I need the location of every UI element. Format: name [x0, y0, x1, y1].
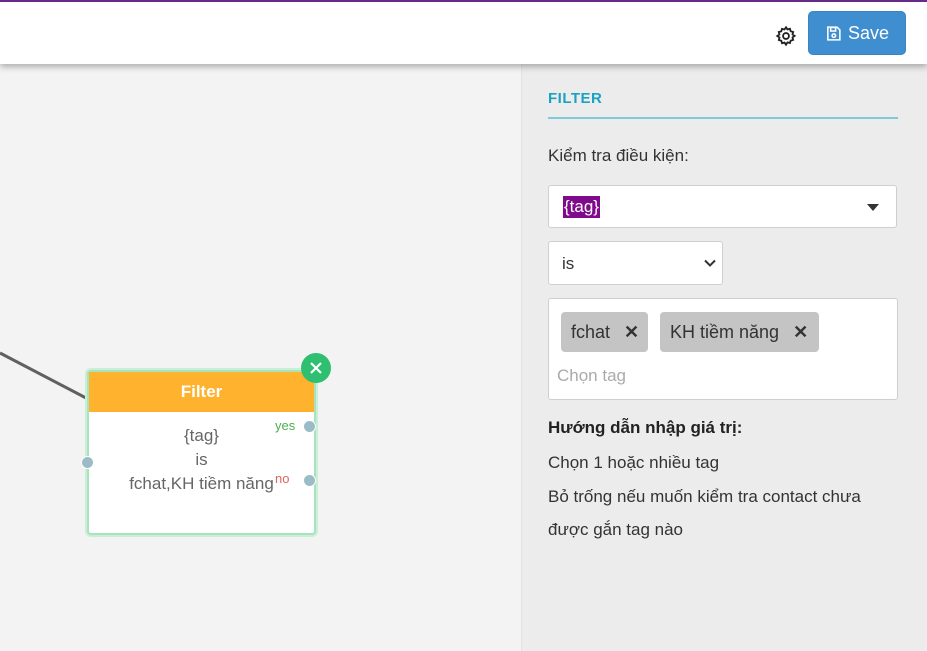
guide-text: Chọn 1 hoặc nhiều tag [548, 453, 720, 472]
save-icon [827, 25, 841, 41]
close-icon[interactable] [301, 353, 331, 383]
operator-select-value: is [562, 254, 575, 273]
field-select-value: {tag} [563, 196, 600, 218]
guide-text: được gắn tag nào [548, 520, 684, 539]
save-button[interactable]: Save [808, 11, 906, 55]
filter-node-title: Filter [89, 372, 314, 412]
guide-title: Hướng dẫn nhập giá trị: [548, 418, 743, 437]
no-output-port[interactable] [303, 474, 316, 487]
tag-search-input[interactable] [555, 365, 859, 387]
gear-icon[interactable] [775, 25, 797, 47]
yes-output-port[interactable] [303, 420, 316, 433]
tag-chip: KH tiềm năng ✕ [660, 312, 819, 352]
save-button-label: Save [847, 22, 890, 43]
filter-node[interactable]: Filter {tag} is fchat,KH tiềm năng yes n… [81, 353, 331, 535]
tags-multiselect[interactable]: fchat ✕ KH tiềm năng ✕ [548, 298, 898, 400]
tag-chip-label: fchat [571, 321, 611, 342]
guide-text: Bỏ trống nếu muốn kiểm tra contact chưa [548, 487, 861, 506]
flow-canvas[interactable]: Filter {tag} is fchat,KH tiềm năng yes n… [0, 64, 521, 651]
tag-chip-label: KH tiềm năng [670, 321, 780, 342]
tag-chip: fchat ✕ [561, 312, 648, 352]
operator-select[interactable]: is [548, 241, 723, 285]
remove-tag-icon[interactable]: ✕ [793, 322, 808, 343]
condition-label: Kiểm tra điều kiện: [548, 146, 689, 165]
caret-down-icon [867, 204, 879, 211]
field-select[interactable]: {tag} [548, 185, 897, 228]
panel-divider [548, 117, 898, 119]
no-output-label: no [275, 471, 290, 486]
panel-title: FILTER [548, 90, 603, 107]
filter-node-operator: is [195, 450, 208, 469]
yes-output-label: yes [275, 418, 296, 433]
chevron-down-icon [704, 259, 716, 267]
properties-panel: FILTER Kiểm tra điều kiện: {tag} is fcha… [521, 64, 927, 651]
input-port[interactable] [81, 456, 94, 469]
remove-tag-icon[interactable]: ✕ [624, 322, 639, 343]
top-toolbar: Save [0, 2, 927, 64]
connection-line [0, 351, 89, 401]
